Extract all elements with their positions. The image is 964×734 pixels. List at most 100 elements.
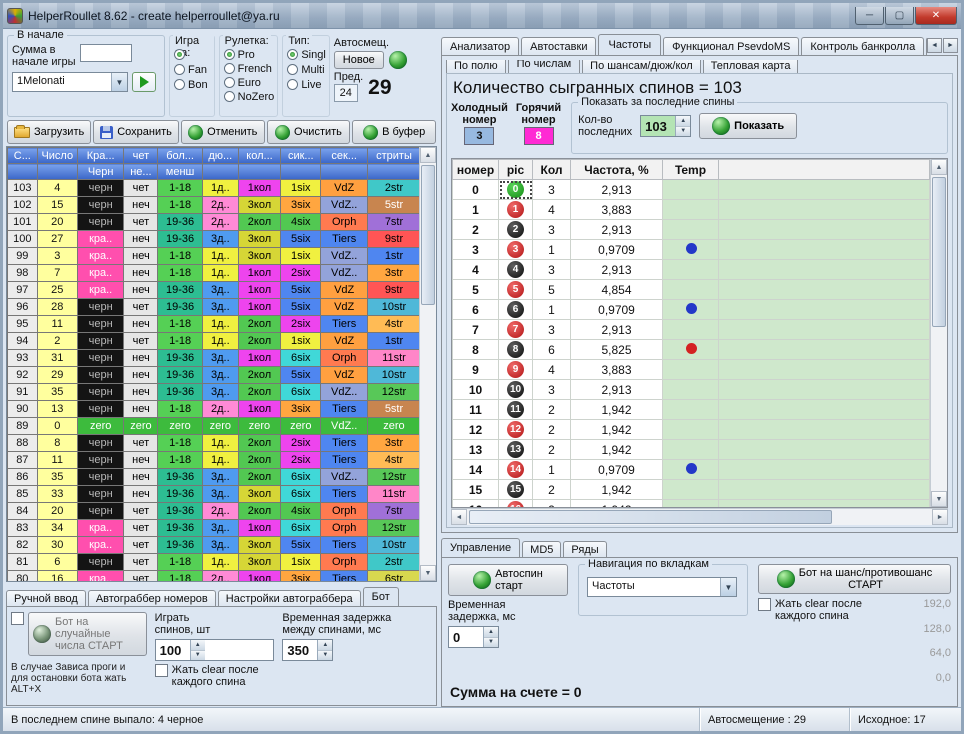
history-header-cell[interactable]: чет: [124, 148, 158, 164]
tabs-scroll-right-icon[interactable]: ►: [943, 38, 958, 53]
radio-live[interactable]: Live: [287, 78, 325, 91]
spin-down-icon[interactable]: ▼: [484, 638, 498, 648]
start-sum-input[interactable]: [80, 44, 132, 62]
subtab-тепловая-карта[interactable]: Тепловая карта: [703, 60, 799, 73]
history-row[interactable]: 8711черннеч1-181д..2кол2sixTiers4str: [8, 452, 420, 469]
history-row[interactable]: 8533черннеч19-363д..3кол6sixTiers11str: [8, 486, 420, 503]
history-header-cell[interactable]: дю...: [202, 148, 238, 164]
history-row[interactable]: 9628чернчет19-363д..1кол5sixVdZ10str: [8, 299, 420, 316]
radio-singl[interactable]: Singl: [287, 48, 325, 61]
tab-контроль-банкролла[interactable]: Контроль банкролла: [801, 37, 924, 55]
history-header-cell[interactable]: сик...: [281, 148, 321, 164]
radio-nozero[interactable]: NoZero: [224, 90, 275, 103]
tab-бот[interactable]: Бот: [363, 587, 399, 606]
frequency-row[interactable]: 7732,913: [453, 320, 930, 340]
subtab-по-шансам-дюж-кол[interactable]: По шансам/дюж/кол: [582, 60, 701, 73]
frequency-header-cell[interactable]: Частота, %: [571, 160, 663, 180]
frequency-row[interactable]: 151521,942: [453, 480, 930, 500]
subtab-по-полю[interactable]: По полю: [446, 60, 506, 73]
history-header-cell[interactable]: [37, 164, 77, 180]
close-button[interactable]: ✕: [915, 7, 957, 25]
frequency-row[interactable]: 121221,942: [453, 420, 930, 440]
в-буфер-button[interactable]: В буфер: [352, 120, 436, 144]
frequency-row[interactable]: 8865,825: [453, 340, 930, 360]
radio-french[interactable]: French: [224, 62, 275, 75]
history-header-cell[interactable]: [321, 164, 368, 180]
history-header-cell[interactable]: бол...: [158, 148, 202, 164]
history-header-cell[interactable]: [202, 164, 238, 180]
history-row[interactable]: 8016кра..чет1-182д..1кол3sixTiers6str: [8, 571, 420, 582]
spin-up-icon[interactable]: ▲: [318, 640, 332, 651]
frequency-header-cell[interactable]: pic: [499, 160, 533, 180]
history-row[interactable]: 8230кра..чет19-363д..3кол5sixTiers10str: [8, 537, 420, 554]
frequency-row[interactable]: 5554,854: [453, 280, 930, 300]
frequency-row[interactable]: 101032,913: [453, 380, 930, 400]
scroll-up-icon[interactable]: ▲: [931, 159, 947, 175]
tab-колесо[interactable]: Колесо: [926, 37, 927, 55]
tab-md5[interactable]: MD5: [522, 541, 561, 557]
history-row[interactable]: 8334кра..чет19-363д..1кол6sixOrph12str: [8, 520, 420, 537]
history-header-cell[interactable]: С...: [8, 148, 38, 164]
scroll-right-icon[interactable]: ►: [932, 509, 948, 525]
history-header-cell[interactable]: не...: [124, 164, 158, 180]
history-header-cell[interactable]: стриты: [367, 148, 419, 164]
frequency-row[interactable]: 161621,942: [453, 500, 930, 508]
bot-clear-checkbox[interactable]: [155, 664, 168, 677]
show-button[interactable]: Показать: [699, 113, 797, 139]
history-header-cell[interactable]: Кра...: [77, 148, 124, 164]
chevron-down-icon[interactable]: ▼: [111, 73, 127, 91]
загрузить-button[interactable]: Загрузить: [7, 120, 91, 144]
history-row[interactable]: 9725кра..неч19-363д..1кол5sixVdZ9str: [8, 282, 420, 299]
frequency-row[interactable]: 3310,9709: [453, 240, 930, 260]
delay-spinner[interactable]: 0 ▲▼: [448, 626, 499, 648]
history-header-cell[interactable]: [281, 164, 321, 180]
history-row[interactable]: 9511черннеч1-181д..2кол2sixTiers4str: [8, 316, 420, 333]
preset-dropdown[interactable]: 1Melonati ▼: [12, 72, 128, 92]
radio-pro[interactable]: Pro: [224, 48, 275, 61]
history-row[interactable]: 9013черннеч1-182д..1кол3sixTiers5str: [8, 401, 420, 418]
radio-euro[interactable]: Euro: [224, 76, 275, 89]
last-count-spinner[interactable]: 103 ▲▼: [640, 115, 691, 137]
random-bot-start-button[interactable]: Бот на случайные числа СТАРТ: [28, 612, 147, 656]
history-row[interactable]: 942чернчет1-181д..2кол1sixVdZ1str: [8, 333, 420, 350]
titlebar[interactable]: HelperRoullet 8.62 - create helperroulle…: [3, 3, 961, 29]
history-row[interactable]: 9229черннеч19-363д..2кол5sixVdZ10str: [8, 367, 420, 384]
radio-bon[interactable]: Bon: [174, 78, 211, 91]
history-header-cell[interactable]: менш: [158, 164, 202, 180]
random-bot-checkbox[interactable]: [11, 612, 24, 625]
maximize-button[interactable]: ▢: [885, 7, 914, 25]
history-scrollbar[interactable]: ▲ ▼: [419, 147, 436, 581]
frequency-row[interactable]: 141410,9709: [453, 460, 930, 480]
control-clear-checkbox-row[interactable]: Жать clear после каждого спина: [758, 598, 903, 684]
play-spins-spinner[interactable]: 100 ▲▼: [155, 639, 275, 661]
tab-автоставки[interactable]: Автоставки: [521, 37, 596, 55]
scroll-down-icon[interactable]: ▼: [420, 565, 436, 581]
tab-ряды[interactable]: Ряды: [563, 541, 606, 557]
spin-down-icon[interactable]: ▼: [318, 651, 332, 661]
frequency-header-cell[interactable]: Кол: [533, 160, 571, 180]
spin-up-icon[interactable]: ▲: [191, 640, 205, 651]
scrollbar-thumb[interactable]: [932, 177, 946, 327]
frequency-row[interactable]: 131321,942: [453, 440, 930, 460]
history-row[interactable]: 10027кра..неч19-363д..3кол5sixTiers9str: [8, 231, 420, 248]
tab-настройки-автограббера[interactable]: Настройки автограббера: [218, 590, 361, 606]
tab-анализатор[interactable]: Анализатор: [441, 37, 519, 55]
control-clear-checkbox[interactable]: [758, 598, 771, 611]
scrollbar-thumb[interactable]: [421, 165, 435, 305]
play-button[interactable]: [132, 72, 156, 92]
history-row[interactable]: 890zerozerozerozerozerozeroVdZ..zero: [8, 418, 420, 435]
history-row[interactable]: 987кра..неч1-181д..1кол2sixVdZ..3str: [8, 265, 420, 282]
scroll-down-icon[interactable]: ▼: [931, 491, 947, 507]
history-row[interactable]: 8420чернчет19-362д..2кол4sixOrph7str: [8, 503, 420, 520]
chevron-down-icon[interactable]: ▼: [720, 578, 736, 596]
tab-автограббер-номеров[interactable]: Автограббер номеров: [88, 590, 216, 606]
history-row[interactable]: 888чернчет1-181д..2кол2sixTiers3str: [8, 435, 420, 452]
spin-down-icon[interactable]: ▼: [191, 651, 205, 661]
frequency-scrollbar[interactable]: ▲ ▼: [930, 159, 947, 507]
spin-down-icon[interactable]: ▼: [676, 127, 690, 137]
history-row[interactable]: 8635черннеч19-363д..2кол6sixVdZ..12str: [8, 469, 420, 486]
subtab-по-числам[interactable]: По числам: [508, 60, 581, 73]
minimize-button[interactable]: ─: [855, 7, 884, 25]
tab-navigation-dropdown[interactable]: Частоты ▼: [587, 577, 737, 597]
history-header-cell[interactable]: [238, 164, 280, 180]
